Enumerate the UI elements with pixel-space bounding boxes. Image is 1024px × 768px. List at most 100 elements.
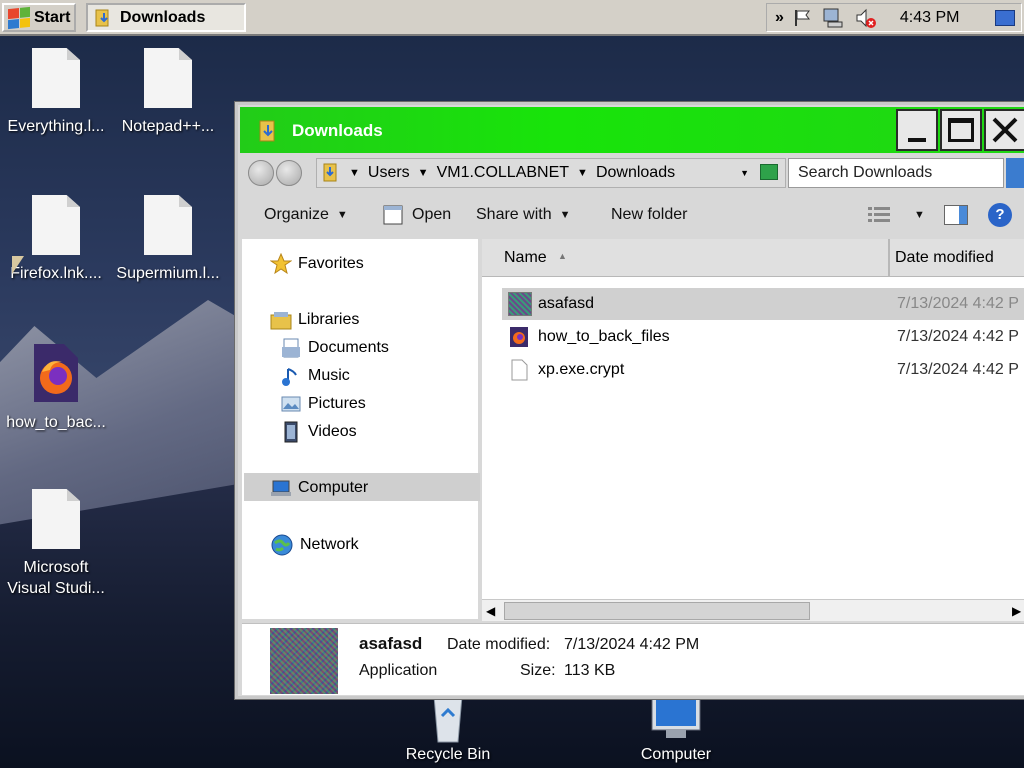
title-bar[interactable]: Downloads [240,107,1024,153]
nav-item-music[interactable]: Music [280,365,350,387]
details-size-label: Size: [520,662,556,679]
breadcrumb-vm1[interactable]: VM1.COLLABNET [437,164,569,182]
organize-button[interactable]: Organize ▼ [264,206,348,224]
mouse-cursor-icon [12,256,24,274]
document-icon [32,195,80,255]
close-button[interactable] [984,109,1024,151]
firefox-html-icon [510,327,528,347]
details-size-value: 113 KB [564,662,616,679]
share-with-button[interactable]: Share with ▼ [476,206,570,224]
nav-item-computer[interactable]: Computer [270,477,368,499]
firefox-html-icon [34,344,78,402]
address-bar[interactable]: ▼ Users ▼ VM1.COLLABNET ▼ Downloads ▼ [316,158,786,188]
nav-item-libraries[interactable]: Libraries [270,309,359,331]
folder-downloads-icon [95,9,109,26]
nav-item-favorites[interactable]: Favorites [270,253,364,275]
breadcrumb-downloads[interactable]: Downloads [596,164,675,182]
scroll-right-arrow-icon[interactable]: ▶ [1012,604,1021,618]
desktop-icon-label-line1: Microsoft [23,559,89,576]
nav-item-videos[interactable]: Videos [280,421,357,443]
desktop-icon-label: Notepad++... [121,118,215,135]
breadcrumb-chevron-icon[interactable]: ▼ [349,167,360,179]
tray-overflow-chevron-icon[interactable]: » [775,9,784,27]
nav-label: Computer [298,479,369,496]
scroll-left-arrow-icon[interactable]: ◀ [486,604,495,618]
volume-muted-icon[interactable] [854,7,878,29]
nav-item-network[interactable]: Network [270,533,359,557]
file-date: 7/13/2024 4:42 P [897,361,1019,378]
open-button[interactable]: Open [382,204,451,226]
new-folder-button[interactable]: New folder [611,206,687,224]
folder-downloads-icon [323,163,337,182]
action-center-flag-icon[interactable] [792,8,814,28]
recycle-bin-icon [433,696,463,743]
desktop-icon-label: Everything.l... [7,118,105,135]
desktop-icon-how-to-back[interactable]: how_to_bac... [1,342,111,433]
breadcrumb-chevron-icon[interactable]: ▼ [418,167,429,179]
start-button[interactable]: Start [2,3,76,32]
details-date-label: Date modified: [447,636,551,653]
column-header-name[interactable]: Name [504,249,547,267]
file-thumbnail [270,628,338,694]
address-history-chevron-icon[interactable]: ▼ [740,168,749,178]
open-label: Open [412,206,452,223]
desktop-icon-recycle-bin[interactable]: Recycle Bin [398,696,498,764]
computer-icon [651,696,701,738]
minimize-button[interactable] [896,109,938,151]
system-tray: » 4:43 PM [766,3,1022,32]
application-icon [383,205,403,225]
file-row-xp-exe-crypt[interactable]: xp.exe.crypt 7/13/2024 4:42 P [502,354,1024,386]
taskbar-item-downloads[interactable]: Downloads [86,3,246,32]
file-row-how-to-back-files[interactable]: how_to_back_files 7/13/2024 4:42 P [502,321,1024,353]
show-desktop-icon[interactable] [995,9,1015,26]
file-row-asafasd[interactable]: asafasd 7/13/2024 4:42 P [502,288,1024,320]
document-icon [511,359,528,381]
documents-icon [282,338,300,358]
new-folder-label: New folder [611,206,688,223]
details-date-value: 7/13/2024 4:42 PM [564,636,700,653]
document-icon [144,48,192,108]
taskbar: Start Downloads » 4:43 PM [0,0,1024,36]
help-icon[interactable]: ? [988,203,1012,227]
change-view-button[interactable]: ▼ [868,205,925,225]
chevron-down-icon: ▼ [914,209,925,221]
forward-button[interactable] [276,160,302,186]
column-divider[interactable] [888,239,890,277]
videos-icon [284,421,298,443]
back-button[interactable] [248,160,274,186]
desktop-icon-everything[interactable]: Everything.l... [1,48,111,137]
horizontal-scroll-thumb[interactable] [504,602,810,620]
music-icon [282,368,297,386]
breadcrumb-chevron-icon[interactable]: ▼ [577,167,588,179]
start-label: Start [34,8,71,26]
sort-ascending-icon: ▲ [558,251,567,261]
horizontal-scrollbar[interactable]: ◀ ▶ [482,599,1024,621]
details-file-name: asafasd [359,634,423,653]
network-icon[interactable] [822,7,846,29]
minimize-icon [908,138,926,142]
desktop-icon-label: how_to_bac... [6,414,106,431]
breadcrumb-users[interactable]: Users [368,164,410,182]
refresh-icon[interactable] [760,164,778,180]
desktop-icon-computer[interactable]: Computer [626,696,726,764]
desktop-icon-notepadpp[interactable]: Notepad++... [113,48,223,137]
desktop-icon-supermium[interactable]: Supermium.l... [113,195,223,284]
desktop-icon-visual-studio[interactable]: Microsoft Visual Studi... [1,489,111,599]
explorer-window: Downloads ▼ Users ▼ VM1.COLLABNET ▼ Down… [235,102,1024,699]
star-icon [270,253,292,275]
nav-item-pictures[interactable]: Pictures [280,393,366,415]
document-icon [144,195,192,255]
search-icon[interactable] [1006,158,1024,188]
file-list-pane: Name ▲ Date modified asafasd 7/13/2024 4… [482,239,1024,621]
clock[interactable]: 4:43 PM [900,9,960,27]
organize-label: Organize [264,206,329,223]
details-pane: asafasd Application Date modified: 7/13/… [242,623,1024,695]
window-title: Downloads [292,121,383,140]
search-input[interactable]: Search Downloads [788,158,1004,188]
preview-pane-icon[interactable] [944,205,968,225]
navigation-pane: Favorites Libraries Documents Music Pict… [242,239,480,619]
nav-item-documents[interactable]: Documents [280,337,389,359]
column-header-date-modified[interactable]: Date modified [895,249,994,267]
taskbar-item-label: Downloads [120,8,206,26]
maximize-button[interactable] [940,109,982,151]
